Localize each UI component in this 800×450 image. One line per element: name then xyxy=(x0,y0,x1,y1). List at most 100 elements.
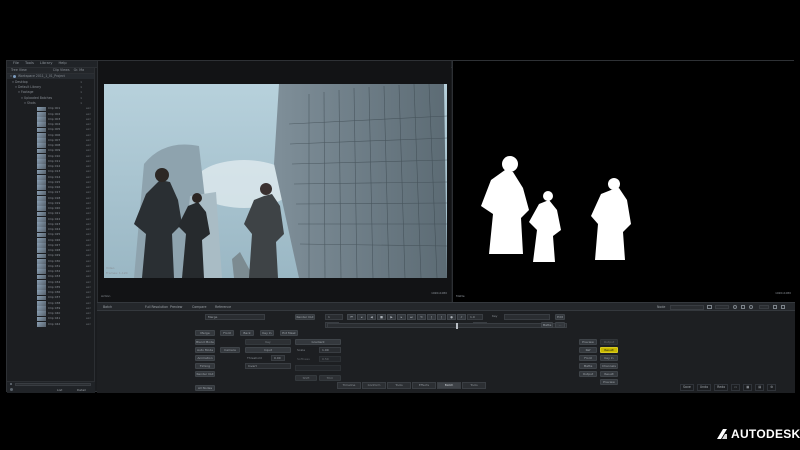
options-field[interactable]: 1.0 xyxy=(467,314,483,320)
view-icon[interactable] xyxy=(733,305,737,309)
key-in-button[interactable]: Key In xyxy=(600,355,618,361)
edit-button[interactable]: Edit xyxy=(555,314,565,320)
layout-icon[interactable]: ▭ xyxy=(731,384,741,392)
all-nodes-button[interactable]: All Nodes xyxy=(195,385,215,391)
clip-list-item[interactable]: Clip 042 exr xyxy=(7,321,94,327)
undo-button[interactable]: Undo xyxy=(696,384,712,392)
play-reverse-icon[interactable]: ◀ xyxy=(367,314,376,320)
matte-button[interactable]: Matte xyxy=(579,363,597,369)
step-back-icon[interactable]: ◂ xyxy=(357,314,366,320)
viewer-left[interactable]: Video Frames: 1-120 Action 1920x1080 xyxy=(97,61,451,302)
tab-preview[interactable]: Preview xyxy=(170,305,182,309)
camera-dropdown[interactable]: Camera xyxy=(220,347,240,353)
frame-field[interactable]: 1 xyxy=(325,314,343,320)
toolbar-batch[interactable]: Batch xyxy=(103,305,112,309)
more-icon[interactable] xyxy=(781,305,785,309)
viewer-right[interactable]: Matte 1920x1080 xyxy=(452,61,795,302)
more-button[interactable]: ··· xyxy=(555,322,565,328)
timing-button[interactable]: Timing xyxy=(195,363,215,369)
panel-icon[interactable]: ▤ xyxy=(755,384,765,392)
blend-mode-button[interactable]: Blend Mode xyxy=(195,339,215,345)
tab-tools[interactable]: Tools xyxy=(387,382,411,389)
menu-library[interactable]: Library xyxy=(40,62,53,66)
tab-timeline[interactable]: Timeline xyxy=(337,382,361,389)
lock-icon[interactable] xyxy=(10,388,13,391)
clip-name: Clip 006 xyxy=(48,133,61,137)
footer-list-button[interactable]: List xyxy=(57,388,62,392)
settings-icon[interactable]: ⚙ xyxy=(767,384,777,392)
tab-tree-view[interactable]: Tree View xyxy=(11,68,27,72)
record-icon[interactable]: ● xyxy=(447,314,456,320)
grid-view-icon[interactable]: ▦ xyxy=(743,384,753,392)
search-icon[interactable] xyxy=(10,383,12,385)
play-icon[interactable]: ▶ xyxy=(387,314,396,320)
menu-tools[interactable]: Tools xyxy=(25,62,34,66)
trim-button[interactable]: Trim xyxy=(319,375,341,381)
back-dropdown[interactable]: Back xyxy=(240,330,254,336)
ref-button[interactable]: Ref xyxy=(579,347,597,353)
softness-field[interactable]: 0.50 xyxy=(319,356,341,362)
mode-field[interactable] xyxy=(504,314,550,320)
output-button-2[interactable]: Output xyxy=(579,371,597,377)
tab-gr-ma[interactable]: Gr. Ma xyxy=(74,68,85,72)
save-button[interactable]: Save xyxy=(680,384,694,392)
display-dropdown[interactable] xyxy=(759,305,769,309)
invert-field[interactable]: Invert xyxy=(245,363,291,369)
playhead[interactable] xyxy=(456,323,458,329)
mark-in-icon[interactable]: [ xyxy=(427,314,436,320)
result-button-2[interactable]: Result xyxy=(600,371,618,377)
front-dropdown[interactable]: Front xyxy=(220,330,234,336)
channels-button[interactable]: Channels xyxy=(600,363,618,369)
gradient-header[interactable]: Gradient xyxy=(295,339,341,345)
auto-mode-button[interactable]: Auto Mode xyxy=(195,347,215,353)
viewport-icon[interactable] xyxy=(707,305,712,309)
tab-full-resolution[interactable]: Full Resolution xyxy=(145,305,168,309)
matte-dropdown[interactable]: Matte xyxy=(541,322,553,328)
settings-icon[interactable] xyxy=(749,305,753,309)
render-out-button-2[interactable]: Render Out xyxy=(195,371,215,377)
zoom-dropdown[interactable] xyxy=(715,305,729,309)
output-button[interactable]: Output xyxy=(600,339,618,345)
front-button[interactable]: Front xyxy=(579,355,597,361)
step-forward-icon[interactable]: ▸ xyxy=(397,314,406,320)
redo-button[interactable]: Redo xyxy=(714,384,729,392)
timeline-scrubber[interactable] xyxy=(327,323,567,329)
render-out-button[interactable]: Render Out xyxy=(295,314,315,320)
node-field[interactable] xyxy=(670,304,704,310)
key-header[interactable]: Key xyxy=(245,339,291,345)
tab-reference[interactable]: Reference xyxy=(215,305,231,309)
menu-help[interactable]: Help xyxy=(58,62,66,66)
shift-button[interactable]: Shift xyxy=(295,375,317,381)
tree-item[interactable]: ▾ Shots 1 xyxy=(7,101,94,106)
merge-dropdown[interactable]: Merge xyxy=(195,330,215,336)
grid-icon[interactable] xyxy=(741,305,745,309)
scale-field[interactable]: 1.00 xyxy=(319,347,341,353)
input-header[interactable]: Input xyxy=(245,347,291,353)
fullscreen-icon[interactable] xyxy=(773,305,777,309)
tab-tools-2[interactable]: Tools xyxy=(462,382,486,389)
preview-button-2[interactable]: Preview xyxy=(600,379,618,385)
threshold-field[interactable]: 0.00 xyxy=(271,355,285,361)
tab-clip-views[interactable]: Clip Views xyxy=(53,68,70,72)
gradient-field[interactable] xyxy=(295,365,341,371)
loop-icon[interactable]: ↻ xyxy=(417,314,426,320)
tab-compare[interactable]: Compare xyxy=(192,305,206,309)
tab-batch[interactable]: Batch xyxy=(437,382,461,389)
go-to-end-icon[interactable]: ⏭ xyxy=(407,314,416,320)
tab-effects[interactable]: Effects xyxy=(412,382,436,389)
stop-icon[interactable]: ■ xyxy=(377,314,386,320)
mark-out-icon[interactable]: ] xyxy=(437,314,446,320)
library-search-input[interactable] xyxy=(15,383,91,386)
preview-button[interactable]: Preview xyxy=(579,339,597,345)
go-to-start-icon[interactable]: ⏮ xyxy=(347,314,356,320)
scale-label: Scale xyxy=(297,348,306,352)
key-in-dropdown[interactable]: Key In xyxy=(260,330,274,336)
footer-detail-button[interactable]: Detail xyxy=(77,388,86,392)
animation-button[interactable]: Animation xyxy=(195,355,215,361)
tab-conform[interactable]: Conform xyxy=(362,382,386,389)
ext-mask-dropdown[interactable]: Ext Mask xyxy=(280,330,298,336)
result-button[interactable]: Result xyxy=(600,347,618,353)
menu-file[interactable]: File xyxy=(13,62,19,66)
node-name-field[interactable]: Merge xyxy=(205,314,265,320)
audio-icon[interactable]: ♪ xyxy=(457,314,466,320)
